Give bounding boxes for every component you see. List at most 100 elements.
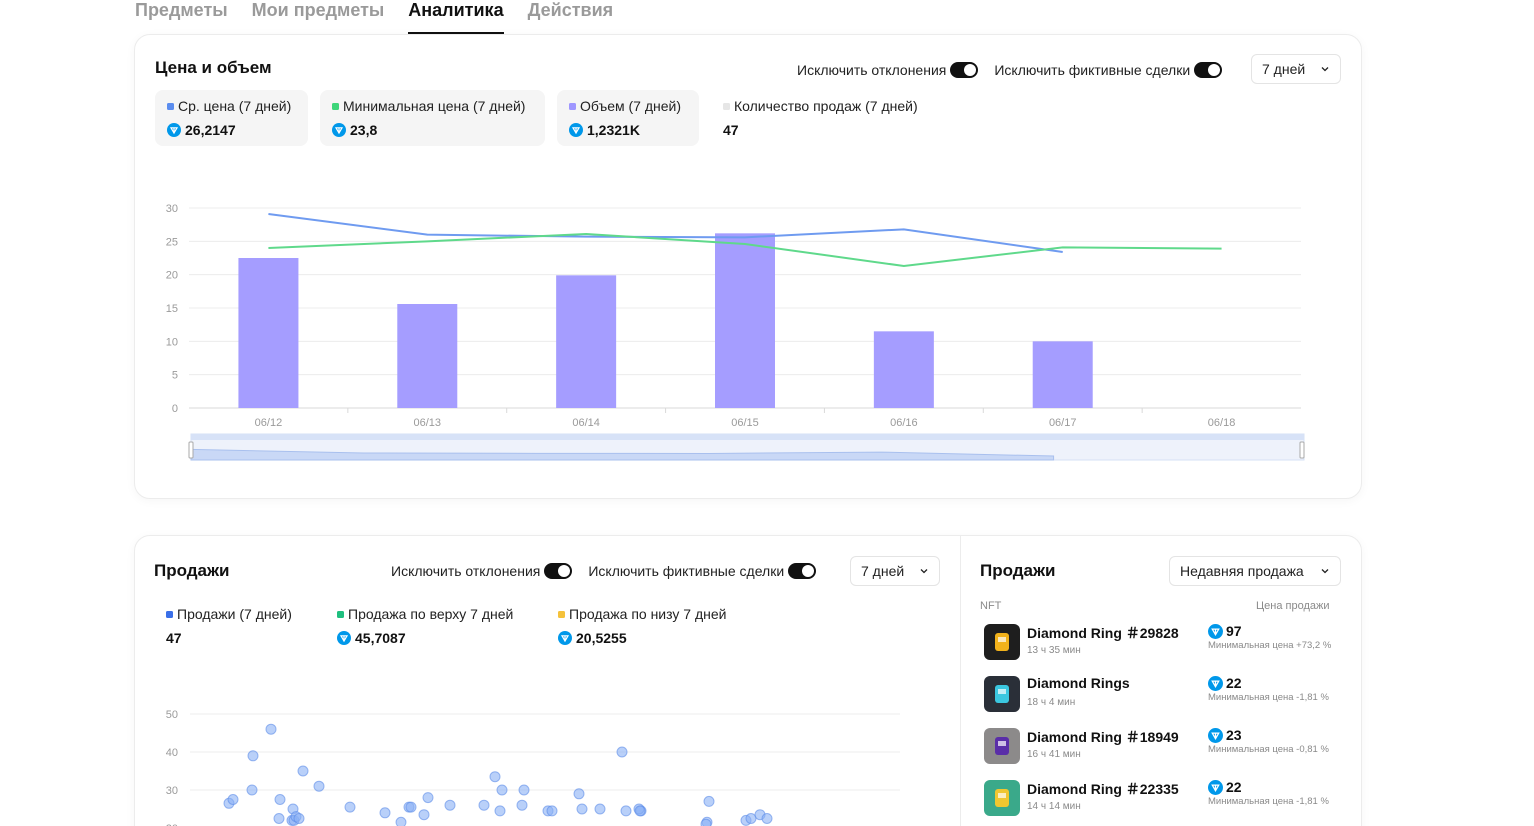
sale-point[interactable] bbox=[761, 813, 773, 824]
x-tick-label: 06/17 bbox=[1049, 417, 1077, 429]
sales-divider bbox=[960, 536, 961, 826]
sale-floor-diff: Минимальная цена -0,81 % bbox=[1208, 744, 1329, 755]
sale-point[interactable] bbox=[293, 813, 305, 824]
y-tick-label: 40 bbox=[166, 747, 178, 759]
sales-bottom-value-text: 20,5255 bbox=[576, 630, 627, 646]
sale-point[interactable] bbox=[247, 750, 259, 762]
nft-name[interactable]: Diamond Ring ＃29828 bbox=[1027, 623, 1179, 643]
sale-point[interactable] bbox=[703, 795, 715, 807]
sales-bottom-stat: Продажа по низу 7 дней 20,5255 bbox=[546, 598, 756, 654]
sale-point[interactable] bbox=[620, 805, 632, 817]
ton-icon bbox=[1208, 727, 1223, 743]
sales-period-value: 7 дней bbox=[861, 563, 905, 579]
y-tick-label: 5 bbox=[172, 370, 178, 382]
zoom-handle-left[interactable] bbox=[188, 441, 194, 459]
sale-point[interactable] bbox=[478, 799, 490, 811]
sales-bottom-value: 20,5255 bbox=[558, 630, 744, 646]
sales-exclude-outliers-label: Исключить отклонения bbox=[391, 563, 541, 579]
ton-icon bbox=[558, 631, 572, 645]
volume-bar[interactable] bbox=[238, 258, 299, 408]
ton-icon bbox=[1208, 779, 1223, 795]
ton-icon bbox=[337, 631, 351, 645]
sale-point[interactable] bbox=[313, 780, 325, 792]
sales-exclude-outliers-switch[interactable] bbox=[544, 563, 573, 579]
y-tick-label: 0 bbox=[172, 403, 178, 415]
sales-top-value-text: 45,7087 bbox=[355, 630, 406, 646]
volume-bar[interactable] bbox=[556, 275, 617, 408]
sales-top-stat: Продажа по верху 7 дней 45,7087 bbox=[325, 598, 535, 654]
nft-thumbnail bbox=[984, 676, 1020, 712]
y-tick-label: 15 bbox=[166, 303, 178, 315]
volume-bar[interactable] bbox=[873, 331, 934, 408]
nft-name[interactable]: Diamond Ring ＃18949 bbox=[1027, 727, 1179, 747]
sale-point[interactable] bbox=[379, 807, 391, 819]
sale-point[interactable] bbox=[489, 771, 501, 783]
sale-point[interactable] bbox=[344, 801, 356, 813]
sale-point[interactable] bbox=[576, 803, 588, 815]
sale-row[interactable]: Diamond Ring ＃22335 14 ч 14 мин 22 Минималь… bbox=[984, 776, 1340, 816]
price-volume-chart: 0 5 10 15 20 25 30 06/12 06/13 06/14 06/15 06/16 06/… bbox=[166, 203, 1305, 461]
sale-row[interactable]: Diamond Ring ＃29828 13 ч 35 мин 97 Минималь… bbox=[984, 620, 1340, 660]
sale-point[interactable] bbox=[616, 746, 628, 758]
y-tick-label: 10 bbox=[166, 336, 178, 348]
x-tick-label: 06/18 bbox=[1208, 417, 1236, 429]
sales-bottom-label-text: Продажа по низу 7 дней bbox=[569, 606, 727, 622]
volume-bar[interactable] bbox=[397, 304, 458, 408]
sale-price-value: 23 bbox=[1226, 727, 1242, 743]
sale-point[interactable] bbox=[297, 765, 309, 777]
x-tick-label: 06/14 bbox=[572, 417, 600, 429]
sale-price: 97 bbox=[1208, 623, 1242, 639]
sale-point[interactable] bbox=[273, 813, 285, 824]
sales-top-label: Продажа по верху 7 дней bbox=[337, 606, 523, 622]
sale-point[interactable] bbox=[546, 805, 558, 817]
col-nft-header: NFT bbox=[980, 600, 1002, 612]
sales-exclude-wash-label: Исключить фиктивные сделки bbox=[588, 563, 785, 579]
sales-scatter-chart: 20304050 bbox=[166, 709, 900, 826]
recent-sales-title: Продажи bbox=[980, 561, 1056, 580]
sale-point[interactable] bbox=[395, 816, 407, 826]
sale-point[interactable] bbox=[444, 799, 456, 811]
sale-time: 16 ч 41 мин bbox=[1027, 749, 1081, 760]
sales-exclude-outliers-toggle[interactable]: Исключить отклонения bbox=[391, 563, 573, 579]
sales-exclude-wash-switch[interactable] bbox=[788, 563, 817, 579]
sale-point[interactable] bbox=[422, 792, 434, 804]
sale-point[interactable] bbox=[418, 809, 430, 821]
sale-point[interactable] bbox=[405, 801, 417, 813]
sale-point[interactable] bbox=[573, 788, 585, 800]
sale-point[interactable] bbox=[496, 784, 508, 796]
nft-thumbnail bbox=[984, 728, 1020, 764]
recent-sales-sort-value: Недавняя продажа bbox=[1180, 563, 1304, 579]
sale-point[interactable] bbox=[634, 805, 646, 817]
sale-point[interactable] bbox=[274, 794, 286, 805]
legend-dot bbox=[166, 610, 173, 618]
sale-point[interactable] bbox=[745, 813, 757, 824]
zoom-slider-top-bar[interactable] bbox=[191, 434, 1304, 440]
nft-name[interactable]: Diamond Rings bbox=[1027, 675, 1130, 691]
zoom-handle-right[interactable] bbox=[1299, 441, 1305, 459]
volume-bar[interactable] bbox=[1032, 341, 1093, 408]
chevron-down-icon bbox=[1321, 569, 1329, 574]
sale-point[interactable] bbox=[246, 784, 258, 796]
sale-point[interactable] bbox=[494, 805, 506, 817]
x-tick-label: 06/13 bbox=[414, 417, 442, 429]
sale-point[interactable] bbox=[265, 723, 277, 735]
sales-bottom-label: Продажа по низу 7 дней bbox=[558, 606, 744, 622]
recent-sales-sort-dropdown[interactable]: Недавняя продажа bbox=[1169, 556, 1341, 586]
sale-point[interactable] bbox=[700, 818, 712, 826]
sale-row[interactable]: Diamond Rings 18 ч 4 мин 22 Минимальная цен… bbox=[984, 672, 1340, 712]
sale-point[interactable] bbox=[518, 784, 530, 796]
sale-point[interactable] bbox=[594, 803, 606, 815]
nft-thumbnail bbox=[984, 780, 1020, 816]
sales-top-label-text: Продажа по верху 7 дней bbox=[348, 606, 514, 622]
x-tick-label: 06/16 bbox=[890, 417, 918, 429]
volume-bar[interactable] bbox=[715, 233, 775, 408]
sale-row[interactable]: Diamond Ring ＃18949 16 ч 41 мин 23 Минималь… bbox=[984, 724, 1340, 764]
sales-period-dropdown[interactable]: 7 дней bbox=[850, 556, 940, 586]
nft-name[interactable]: Diamond Ring ＃22335 bbox=[1027, 779, 1179, 799]
sales-exclude-wash-toggle[interactable]: Исключить фиктивные сделки bbox=[588, 563, 817, 579]
sale-point[interactable] bbox=[227, 794, 239, 805]
y-tick-label: 30 bbox=[166, 203, 178, 215]
ton-icon bbox=[1208, 623, 1223, 639]
sale-point[interactable] bbox=[516, 799, 528, 811]
y-tick-label: 30 bbox=[166, 785, 178, 797]
